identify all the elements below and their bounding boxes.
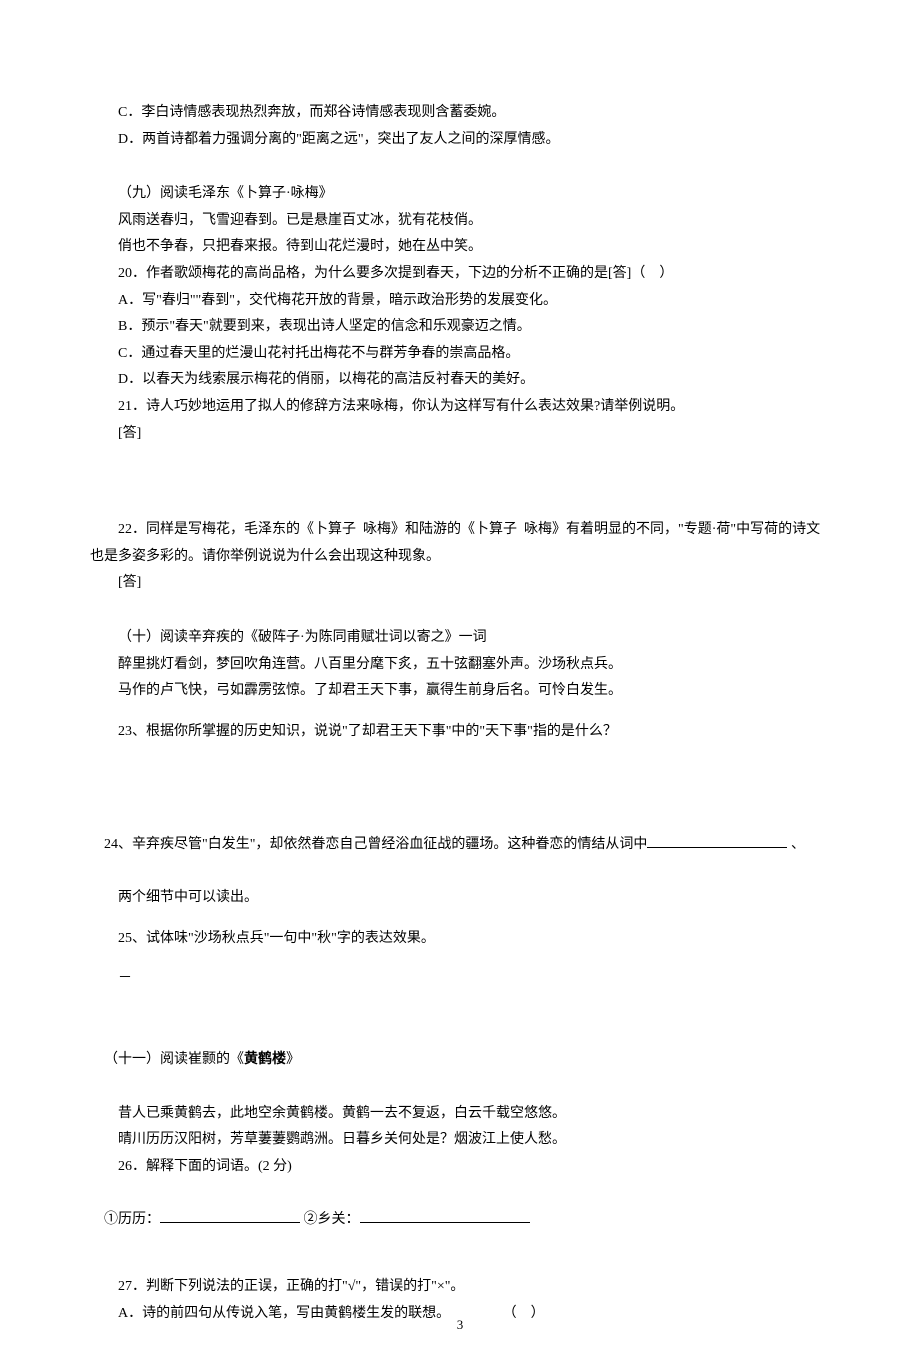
poem-line: 马作的卢飞快，弓如霹雳弦惊。了却君王天下事，赢得生前身后名。可怜白发生。 xyxy=(90,678,830,705)
option-c: C．李白诗情感表现热烈奔放，而郑谷诗情感表现则含蓄委婉。 xyxy=(90,100,830,127)
fill-blank[interactable] xyxy=(160,1222,300,1223)
section-10-title: （十）阅读辛弃疾的《破阵子·为陈同甫赋壮词以寄之》一词 xyxy=(90,625,830,652)
question-26-blanks: ①历历： ②乡关： xyxy=(90,1180,830,1260)
blank-label-2: ②乡关： xyxy=(300,1212,360,1227)
page-number: 3 xyxy=(0,1313,920,1338)
question-25: 25、试体味"沙场秋点兵"一句中"秋"字的表达效果。 xyxy=(90,926,830,953)
spacer xyxy=(90,1260,830,1274)
question-24-text-a: 24、辛弃疾尽管"白发生"，却依然眷恋自己曾经浴血征战的疆场。这种眷恋的情结从词… xyxy=(104,837,647,852)
poem-line: 醉里挑灯看剑，梦回吹角连营。八百里分麾下炙，五十弦翻塞外声。沙场秋点兵。 xyxy=(90,652,830,679)
title-bold: 黄鹤楼 xyxy=(244,1052,286,1067)
spacer xyxy=(90,705,830,719)
option-a: A．写"春归""春到"，交代梅花开放的背景，暗示政治形势的发展变化。 xyxy=(90,288,830,315)
option-d: D．两首诗都着力强调分离的"距离之远"，突出了友人之间的深厚情感。 xyxy=(90,127,830,154)
question-21: 21．诗人巧妙地运用了拟人的修辞方法来咏梅，你认为这样写有什么表达效果?请举例说… xyxy=(90,394,830,421)
dash-line: － xyxy=(90,966,830,993)
poem-line: 俏也不争春，只把春来报。待到山花烂漫时，她在丛中笑。 xyxy=(90,234,830,261)
question-26: 26．解释下面的词语。(2 分) xyxy=(90,1154,830,1181)
option-d: D．以春天为线索展示梅花的俏丽，以梅花的高洁反衬春天的美好。 xyxy=(90,367,830,394)
option-c: C．通过春天里的烂漫山花衬托出梅花不与群芳争春的崇高品格。 xyxy=(90,341,830,368)
question-20: 20．作者歌颂梅花的高尚品格，为什么要多次提到春天，下边的分析不正确的是[答]（… xyxy=(90,261,830,288)
title-post: 》 xyxy=(286,1052,300,1067)
question-22: 22．同样是写梅花，毛泽东的《卜算子 咏梅》和陆游的《卜算子 咏梅》有着明显的不… xyxy=(90,517,830,570)
poem-line: 昔人已乘黄鹤去，此地空余黄鹤楼。黄鹤一去不复返，白云千载空悠悠。 xyxy=(90,1101,830,1128)
fill-blank[interactable] xyxy=(360,1222,530,1223)
title-pre: （十一）阅读崔颢的《 xyxy=(104,1052,244,1067)
fill-blank[interactable] xyxy=(647,847,787,848)
spacer xyxy=(90,447,830,517)
question-27: 27．判断下列说法的正误，正确的打"√"，错误的打"×"。 xyxy=(90,1274,830,1301)
question-24: 24、辛弃疾尽管"白发生"，却依然眷恋自己曾经浴血征战的疆场。这种眷恋的情结从词… xyxy=(90,805,830,885)
document-page: C．李白诗情感表现热烈奔放，而郑谷诗情感表现则含蓄委婉。 D．两首诗都着力强调分… xyxy=(0,0,920,1367)
answer-label: [答] xyxy=(90,570,830,597)
spacer xyxy=(90,153,830,181)
answer-label: [答] xyxy=(90,421,830,448)
spacer xyxy=(90,597,830,625)
spacer xyxy=(90,912,830,926)
blank-label-1: ①历历： xyxy=(104,1212,160,1227)
poem-line: 风雨送春归，飞雪迎春到。已是悬崖百丈冰，犹有花枝俏。 xyxy=(90,208,830,235)
spacer xyxy=(90,952,830,966)
poem-line: 晴川历历汉阳树，芳草萋萋鹦鹉洲。日暮乡关何处是？烟波江上使人愁。 xyxy=(90,1127,830,1154)
section-9-title: （九）阅读毛泽东《卜算子·咏梅》 xyxy=(90,181,830,208)
question-24-cont: 两个细节中可以读出。 xyxy=(90,885,830,912)
option-b: B．预示"春天"就要到来，表现出诗人坚定的信念和乐观豪迈之情。 xyxy=(90,314,830,341)
spacer xyxy=(90,745,830,805)
question-23: 23、根据你所掌握的历史知识，说说"了却君王天下事"中的"天下事"指的是什么？ xyxy=(90,719,830,746)
section-11-title: （十一）阅读崔颢的《黄鹤楼》 xyxy=(90,1021,830,1101)
question-24-text-b: 、 xyxy=(787,837,805,852)
spacer xyxy=(90,993,830,1021)
